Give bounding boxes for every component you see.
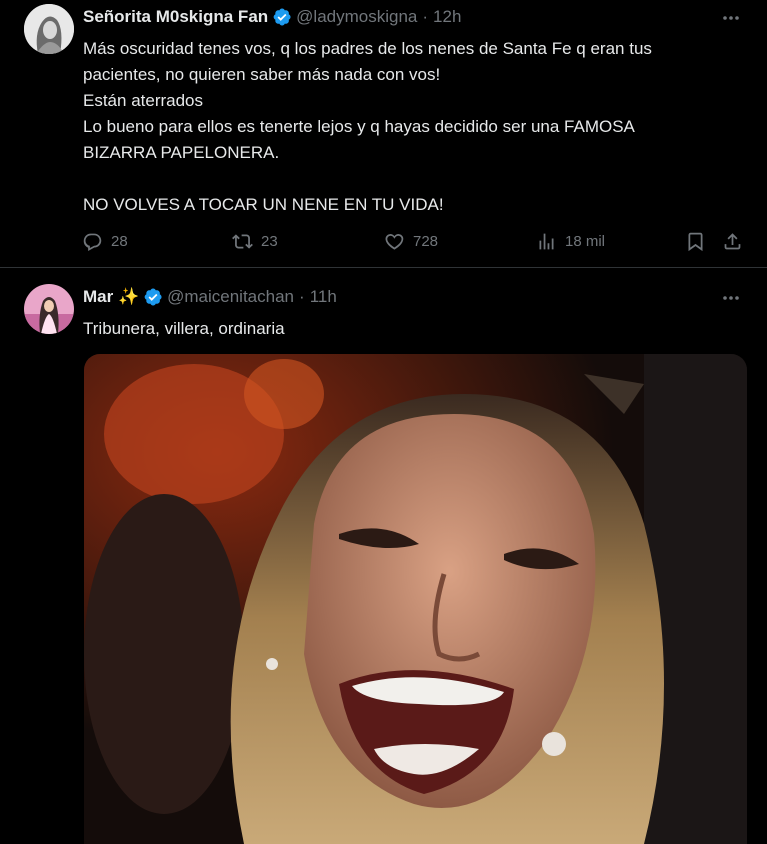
verified-badge-icon <box>272 7 292 27</box>
tweet-text: Tribunera, villera, ordinaria <box>83 316 743 342</box>
tweet-text: Más oscuridad tenes vos, q los padres de… <box>83 36 743 218</box>
tweet-1[interactable]: Señorita M0skigna Fan @ladymoskigna · 12… <box>0 0 767 268</box>
avatar[interactable] <box>24 4 74 54</box>
more-icon[interactable] <box>719 286 743 310</box>
text-line: Están aterrados <box>83 91 204 110</box>
timestamp[interactable]: 11h <box>310 286 337 308</box>
tweet-media-image[interactable] <box>84 354 747 844</box>
reply-button[interactable]: 28 <box>82 226 128 256</box>
views-count: 18 mil <box>565 232 606 250</box>
author-handle[interactable]: @ladymoskigna <box>296 6 417 28</box>
avatar[interactable] <box>24 284 74 334</box>
share-button[interactable] <box>722 226 743 256</box>
tweet-actions: 28 23 728 18 mil <box>82 226 746 256</box>
like-icon <box>385 233 404 250</box>
author-handle[interactable]: @maicenitachan <box>167 286 294 308</box>
share-icon <box>724 232 741 249</box>
media-photo <box>84 354 747 844</box>
reply-count: 28 <box>111 232 128 250</box>
text-line: Más oscuridad tenes vos, q los padres de… <box>83 39 652 58</box>
text-line <box>83 166 743 192</box>
repost-count: 23 <box>261 232 278 250</box>
text-line: Tribunera, villera, ordinaria <box>83 319 285 338</box>
repost-icon <box>232 233 253 249</box>
verified-badge-icon <box>143 287 163 307</box>
separator-dot: · <box>422 7 429 26</box>
text-line: NO VOLVES A TOCAR UN NENE EN TU VIDA! <box>83 195 444 214</box>
views-icon <box>539 233 554 249</box>
repost-button[interactable]: 23 <box>232 226 278 256</box>
bookmark-button[interactable] <box>685 226 706 256</box>
reply-icon <box>83 233 102 251</box>
timestamp[interactable]: 12h <box>433 6 461 28</box>
author-name[interactable]: Mar ✨ <box>83 286 139 308</box>
separator-dot: · <box>299 287 305 306</box>
bookmark-icon <box>688 232 703 251</box>
text-line: BIZARRA PAPELONERA. <box>83 143 280 162</box>
more-icon[interactable] <box>719 6 743 30</box>
author-name[interactable]: Señorita M0skigna Fan <box>83 6 268 28</box>
text-line: pacientes, no quieren saber más nada con… <box>83 65 441 84</box>
text-line: Lo bueno para ellos es tenerte lejos y q… <box>83 117 635 136</box>
like-button[interactable]: 728 <box>384 226 438 256</box>
like-count: 728 <box>413 232 439 250</box>
views-button[interactable]: 18 mil <box>536 226 605 256</box>
